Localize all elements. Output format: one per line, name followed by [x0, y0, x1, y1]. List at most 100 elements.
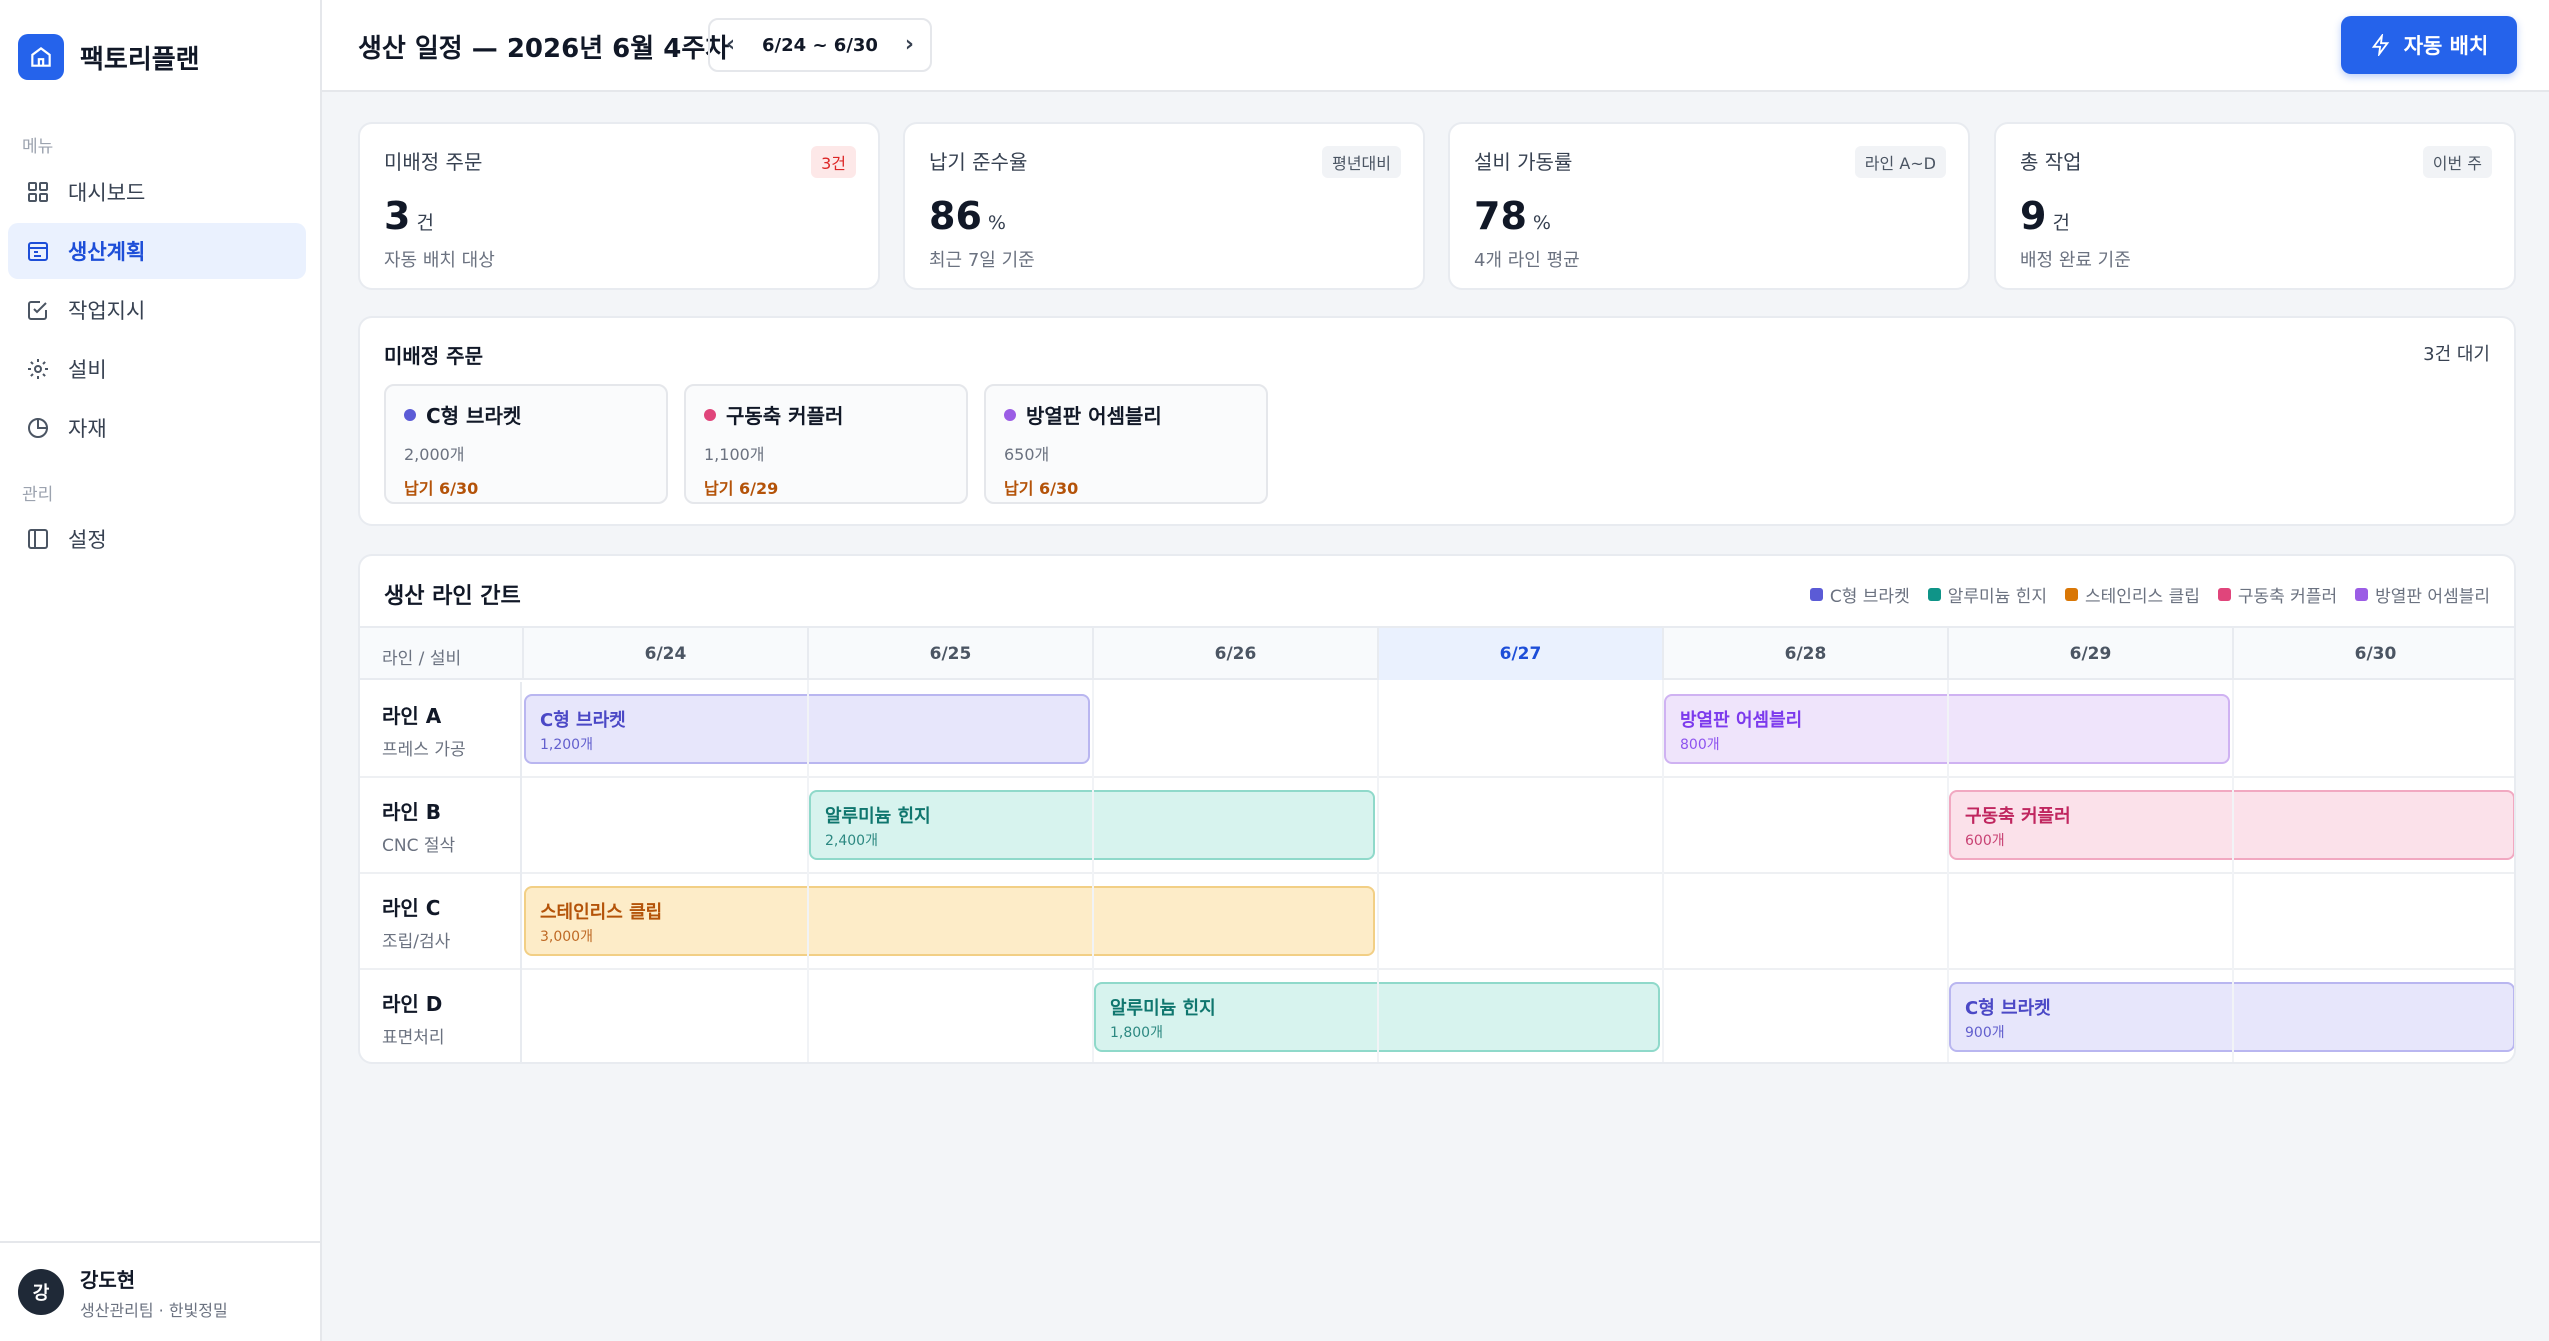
stat-card-unassigned: 미배정 주문 3건 3건 자동 배치 대상	[358, 122, 880, 290]
day-column-header: 6/28	[1662, 628, 1947, 680]
day-column-header: 6/29	[1947, 628, 2232, 680]
user-profile[interactable]: 강 강도현 생산관리팀 · 한빛정밀	[0, 1241, 320, 1341]
legend-item: C형 브라켓	[1809, 582, 1910, 607]
auto-assign-label: 자동 배치	[2403, 34, 2489, 58]
nav-section-menu: 메뉴	[22, 137, 54, 157]
line-process: CNC 절삭	[382, 836, 456, 856]
gantt-panel: 생산 라인 간트 C형 브라켓 알루미늄 힌지 스테인리스 클립 구동축 커플러 방열판…	[358, 554, 2516, 1064]
legend-swatch	[1927, 588, 1941, 601]
chevron-left-icon[interactable]: ‹	[726, 34, 735, 56]
calendar-icon	[28, 242, 48, 261]
orders-title: 미배정 주문	[384, 344, 483, 368]
chevron-right-icon[interactable]: ›	[905, 34, 914, 56]
orders-count: 3건 대기	[2423, 344, 2490, 365]
line-process: 표면처리	[382, 1028, 445, 1048]
stat-value: 86%	[929, 194, 1006, 238]
user-name: 강도현	[80, 1267, 136, 1292]
line-label: 라인 A 프레스 가공	[360, 682, 522, 778]
line-name: 라인 B	[382, 800, 442, 824]
layout-icon	[28, 529, 48, 549]
sidebar-item-materials[interactable]: 자재	[8, 400, 306, 456]
stat-label: 총 작업	[2020, 150, 2082, 174]
stat-value: 9건	[2020, 194, 2070, 238]
grid-line	[1662, 680, 1664, 1062]
line-label: 라인 B CNC 절삭	[360, 778, 522, 874]
order-due: 납기 6/30	[1004, 479, 1079, 498]
order-name: C형 브라켓	[426, 404, 522, 428]
stat-sub: 배정 완료 기준	[2020, 250, 2131, 271]
gear-icon	[28, 359, 48, 379]
sidebar-item-work-orders[interactable]: 작업지시	[8, 282, 306, 338]
legend-label: C형 브라켓	[1829, 587, 1910, 607]
order-card[interactable]: 방열판 어셈블리 650개 납기 6/30	[984, 384, 1268, 504]
legend-swatch	[2355, 588, 2369, 601]
legend-label: 알루미늄 힌지	[1947, 587, 2047, 607]
sidebar-item-label: 대시보드	[68, 181, 146, 205]
sidebar-item-dashboard[interactable]: 대시보드	[8, 164, 306, 220]
nav-section-admin: 관리	[22, 485, 54, 505]
stat-sub: 최근 7일 기준	[929, 250, 1035, 271]
week-navigator: ‹ 6/24 ~ 6/30 ›	[708, 18, 932, 72]
gantt-row: 라인 C 조립/검사 스테인리스 클립 3,000개	[360, 874, 2514, 970]
day-column-header: 6/27	[1377, 628, 1662, 680]
gantt-title: 생산 라인 간트	[384, 584, 521, 609]
day-column-header: 6/30	[2232, 628, 2514, 680]
grid-line	[1377, 680, 1379, 1062]
brand[interactable]: 팩토리플랜	[18, 34, 200, 80]
stat-badge: 3건	[811, 146, 856, 178]
legend-item: 알루미늄 힌지	[1927, 582, 2047, 607]
avatar: 강	[18, 1269, 64, 1315]
factory-logo-icon	[18, 34, 64, 80]
legend-item: 구동축 커플러	[2217, 582, 2338, 607]
sidebar-item-settings[interactable]: 설정	[8, 511, 306, 567]
page-title: 생산 일정 — 2026년 6월 4주차	[358, 34, 730, 64]
grid-icon	[28, 182, 48, 202]
product-dot	[1004, 408, 1016, 421]
line-label: 라인 C 조립/검사	[360, 874, 522, 970]
sidebar-item-production-plan[interactable]: 생산계획	[8, 223, 306, 279]
stat-card-total-jobs: 총 작업 이번 주 9건 배정 완료 기준	[1994, 122, 2516, 290]
job-name: 스테인리스 클립	[540, 902, 663, 923]
stat-value: 78%	[1474, 194, 1551, 238]
line-name: 라인 A	[382, 704, 442, 728]
order-qty: 2,000개	[404, 445, 465, 464]
stat-sub: 자동 배치 대상	[384, 250, 495, 271]
sidebar-item-label: 설비	[68, 358, 107, 382]
legend-swatch	[1809, 588, 1823, 601]
order-qty: 1,100개	[704, 445, 765, 464]
legend-label: 구동축 커플러	[2237, 587, 2338, 607]
auto-assign-button[interactable]: 자동 배치	[2341, 16, 2517, 74]
day-column-header: 6/26	[1092, 628, 1377, 680]
day-column-header: 6/24	[522, 628, 807, 680]
legend-item: 스테인리스 클립	[2064, 582, 2200, 607]
sidebar-item-label: 설정	[68, 528, 107, 552]
order-due: 납기 6/30	[404, 479, 479, 498]
stat-label: 미배정 주문	[384, 150, 483, 174]
legend-item: 방열판 어셈블리	[2355, 582, 2490, 607]
gantt-row: 라인 D 표면처리 알루미늄 힌지 1,800개 C형 브라켓 900개	[360, 970, 2514, 1062]
gantt-row: 라인 B CNC 절삭 알루미늄 힌지 2,400개 구동축 커플러 600개	[360, 778, 2514, 874]
line-process: 조립/검사	[382, 932, 451, 952]
job-qty: 3,000개	[540, 929, 593, 945]
gantt-header: 라인 / 설비 6/24 6/25 6/26 6/27 6/28 6/29 6/30	[360, 626, 2514, 680]
line-process: 프레스 가공	[382, 740, 466, 760]
checkbox-icon	[28, 301, 47, 320]
stat-card-utilization: 설비 가동률 라인 A~D 78% 4개 라인 평균	[1448, 122, 1970, 290]
brand-name: 팩토리플랜	[80, 44, 200, 75]
sidebar-item-equipment[interactable]: 설비	[8, 341, 306, 397]
stat-sub: 4개 라인 평균	[1474, 250, 1580, 271]
order-name: 방열판 어셈블리	[1026, 404, 1162, 428]
sidebar-item-label: 작업지시	[68, 299, 146, 323]
gantt-legend: C형 브라켓 알루미늄 힌지 스테인리스 클립 구동축 커플러 방열판 어셈블리	[1809, 582, 2490, 607]
stat-card-on-time: 납기 준수율 평년대비 86% 최근 7일 기준	[903, 122, 1425, 290]
grid-line	[2232, 680, 2234, 1062]
gantt-row: 라인 A 프레스 가공 C형 브라켓 1,200개 방열판 어셈블리 800개	[360, 682, 2514, 778]
order-card[interactable]: 구동축 커플러 1,100개 납기 6/29	[684, 384, 968, 504]
line-name: 라인 C	[382, 896, 441, 920]
job-bar[interactable]: 스테인리스 클립 3,000개	[524, 886, 1375, 956]
stat-value: 3건	[384, 194, 434, 238]
order-card[interactable]: C형 브라켓 2,000개 납기 6/30	[384, 384, 668, 504]
sidebar: 팩토리플랜 메뉴 대시보드 생산계획 작업지시 설비 자재 관리 설정 강 강도…	[0, 0, 322, 1341]
sidebar-item-label: 자재	[68, 417, 107, 441]
order-due: 납기 6/29	[704, 479, 779, 498]
